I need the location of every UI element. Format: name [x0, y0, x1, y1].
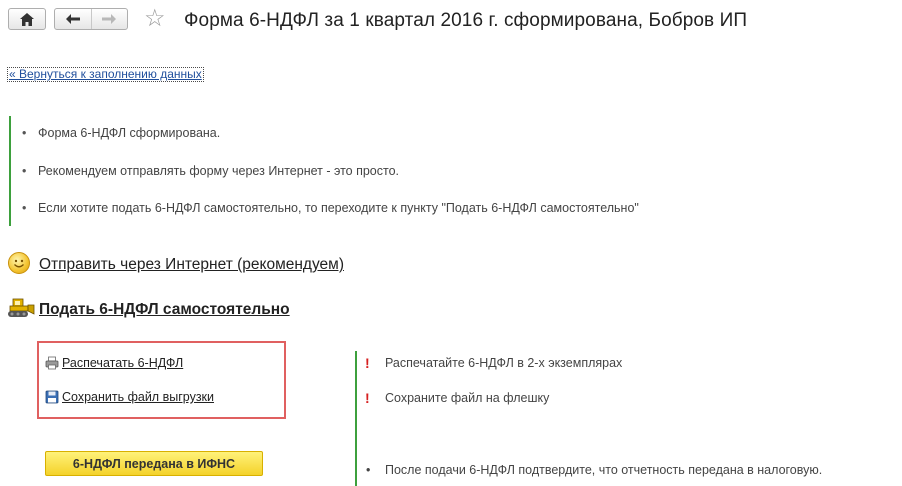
exclamation-icon: !	[365, 355, 370, 371]
back-button[interactable]	[55, 9, 91, 29]
print-6ndfl-label: Распечатать 6-НДФЛ	[62, 356, 184, 370]
home-button[interactable]	[8, 8, 46, 30]
info-text: Рекомендуем отправлять форму через Интер…	[38, 164, 400, 178]
exclamation-icon: !	[365, 390, 370, 406]
print-note: ! Распечатайте 6-НДФЛ в 2-х экземплярах	[365, 355, 622, 371]
save-export-file-link[interactable]: Сохранить файл выгрузки	[45, 390, 214, 404]
printer-icon	[45, 356, 59, 370]
actions-highlight-box	[37, 341, 286, 419]
info-item: • Форма 6-НДФЛ сформирована.	[22, 126, 220, 140]
back-to-filling-link[interactable]: « Вернуться к заполнению данных	[7, 67, 204, 82]
star-icon[interactable]: ☆	[144, 7, 166, 31]
page-title: Форма 6-НДФЛ за 1 квартал 2016 г. сформи…	[184, 10, 748, 31]
bullet: •	[366, 463, 371, 477]
confirm-note-text: После подачи 6-НДФЛ подтвердите, что отч…	[385, 463, 823, 477]
floppy-disk-icon	[45, 390, 59, 404]
forward-button[interactable]	[90, 9, 128, 29]
print-6ndfl-link[interactable]: Распечатать 6-НДФЛ	[45, 356, 183, 370]
print-note-text: Распечатайте 6-НДФЛ в 2-х экземплярах	[385, 356, 623, 370]
bullet: •	[22, 164, 27, 178]
arrow-right-icon	[102, 14, 117, 24]
info-divider	[9, 116, 11, 226]
arrow-left-icon	[65, 14, 80, 24]
home-icon	[20, 12, 34, 26]
save-note: ! Сохраните файл на флешку	[365, 390, 549, 406]
info-text: Форма 6-НДФЛ сформирована.	[38, 126, 221, 140]
smile-icon	[8, 252, 30, 274]
confirm-note: • После подачи 6-НДФЛ подтвердите, что о…	[366, 463, 822, 477]
notes-divider	[355, 351, 357, 486]
save-export-file-label: Сохранить файл выгрузки	[62, 390, 215, 404]
submit-independently-link[interactable]: Подать 6-НДФЛ самостоятельно	[39, 301, 290, 319]
bullet: •	[22, 201, 27, 215]
bullet: •	[22, 126, 27, 140]
submitted-to-ifns-button[interactable]: 6-НДФЛ передана в ИФНС	[45, 451, 263, 476]
info-text: Если хотите подать 6-НДФЛ самостоятельно…	[38, 201, 639, 215]
send-via-internet-link[interactable]: Отправить через Интернет (рекомендуем)	[39, 256, 344, 274]
info-item: • Если хотите подать 6-НДФЛ самостоятельн…	[22, 201, 639, 215]
save-note-text: Сохраните файл на флешку	[385, 391, 550, 405]
info-item: • Рекомендуем отправлять форму через Инте…	[22, 164, 399, 178]
bulldozer-icon	[8, 298, 35, 317]
navigation-buttons	[54, 8, 128, 30]
